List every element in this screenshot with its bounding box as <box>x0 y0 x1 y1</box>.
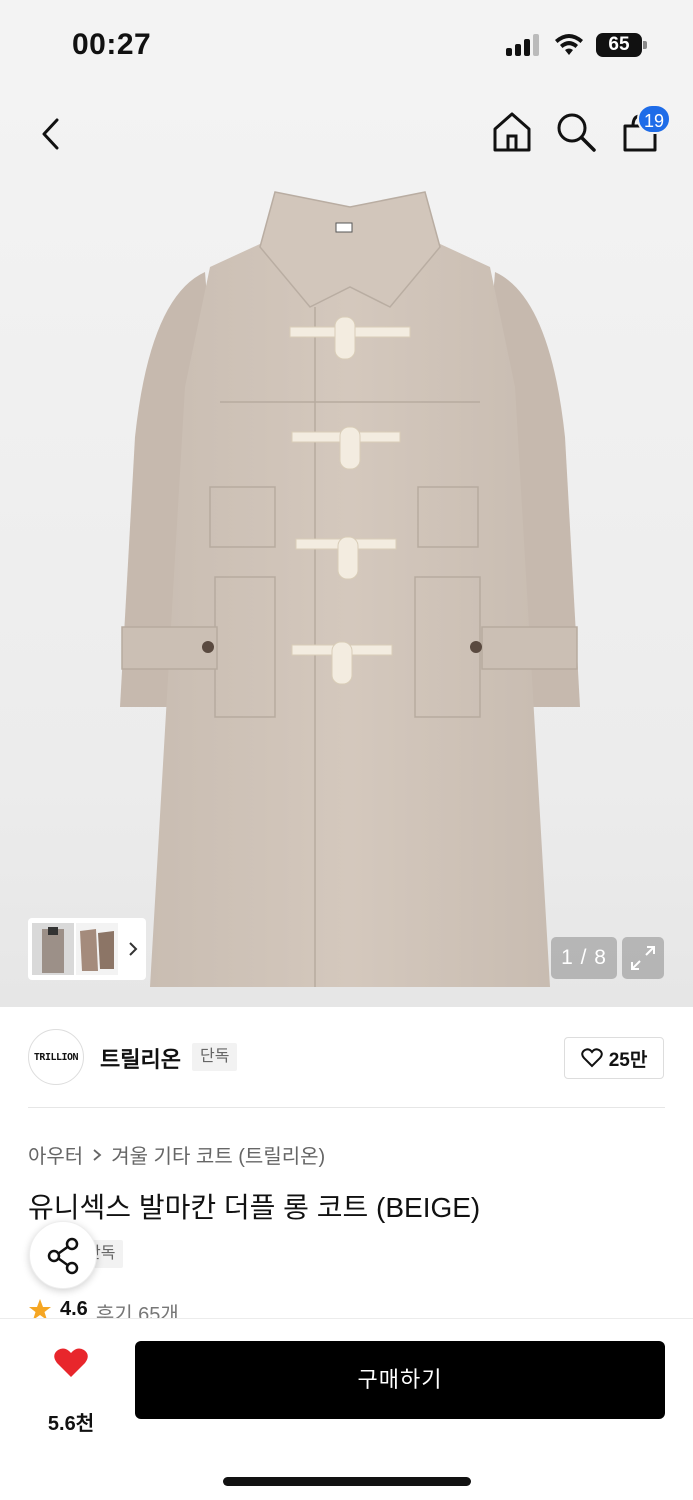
share-button[interactable] <box>29 1221 97 1289</box>
chevron-right-icon[interactable] <box>122 938 144 960</box>
divider <box>28 1107 665 1108</box>
wifi-icon <box>555 34 583 55</box>
expand-icon[interactable] <box>622 937 664 979</box>
battery-level: 65 <box>596 33 642 57</box>
brand-like-count: 25만 <box>608 1049 648 1071</box>
image-counter: 1 / 8 <box>551 937 617 979</box>
home-indicator <box>223 1477 471 1486</box>
breadcrumb-subcategory[interactable]: 겨울 기타 코트 (트릴리온) <box>111 1140 325 1169</box>
cellular-signal-icon <box>506 34 539 56</box>
cart-count-badge: 19 <box>637 104 671 134</box>
home-icon[interactable] <box>488 108 536 156</box>
exclusive-badge: 단독 <box>192 1043 238 1071</box>
thumbnail-strip[interactable] <box>28 918 146 980</box>
product-image-coat[interactable] <box>110 187 590 987</box>
chevron-right-icon <box>93 1148 102 1161</box>
brand-logo[interactable]: TRILLION <box>28 1029 84 1085</box>
review-count[interactable]: 후기 65개 <box>96 1298 179 1318</box>
share-icon <box>47 1237 79 1275</box>
breadcrumb[interactable]: 아우터 겨울 기타 코트 (트릴리온) <box>28 1140 325 1169</box>
product-gallery[interactable]: 19 1 / 8 <box>0 92 693 1007</box>
battery-tip <box>643 41 647 49</box>
brand-row[interactable]: TRILLION 트릴리온 단독 25만 <box>0 1007 693 1107</box>
heart-outline-icon <box>580 1048 603 1068</box>
buy-button[interactable]: 구매하기 <box>135 1341 665 1419</box>
wishlist-count: 5.6천 <box>47 1413 95 1435</box>
rating-score: 4.6 <box>60 1298 88 1318</box>
product-title: 유니섹스 발마칸 더플 롱 코트 (BEIGE) <box>28 1192 481 1223</box>
wishlist-button[interactable]: 5.6천 <box>30 1343 112 1435</box>
back-icon[interactable] <box>30 112 74 156</box>
status-time: 00:27 <box>72 28 152 61</box>
bottom-action-bar: 5.6천 구매하기 <box>0 1318 693 1500</box>
brand-like-button[interactable]: 25만 <box>564 1037 664 1079</box>
brand-name[interactable]: 트릴리온 <box>100 1042 181 1074</box>
search-icon[interactable] <box>552 108 600 156</box>
status-bar: 00:27 65 <box>0 0 693 92</box>
star-icon <box>29 1299 51 1318</box>
thumbnail-2[interactable] <box>76 923 118 975</box>
heart-filled-icon <box>54 1348 88 1377</box>
rating-row[interactable]: 4.6 후기 65개 <box>28 1298 179 1318</box>
thumbnail-1[interactable] <box>32 923 74 975</box>
breadcrumb-category[interactable]: 아우터 <box>28 1140 83 1169</box>
